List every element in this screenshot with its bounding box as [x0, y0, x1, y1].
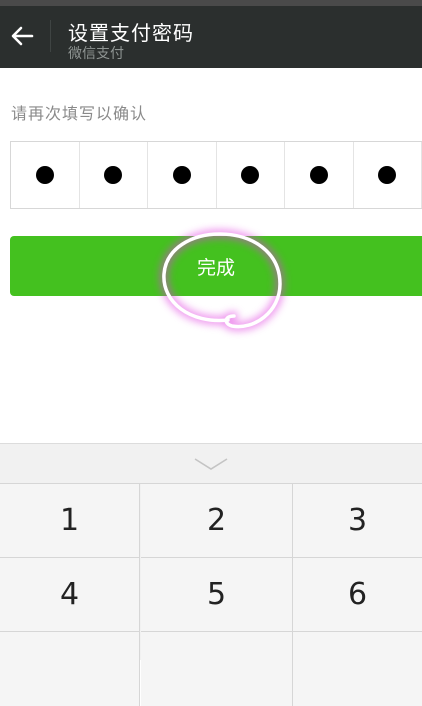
header-divider [50, 20, 51, 52]
pin-cell [148, 142, 217, 208]
page-title: 设置支付密码 [68, 17, 194, 46]
pin-dot [241, 166, 259, 184]
arrow-left-icon [10, 25, 34, 47]
back-button[interactable] [8, 20, 36, 52]
pin-cell [285, 142, 354, 208]
numeric-keyboard: 1 2 3 4 5 6 [0, 443, 422, 660]
pin-cell [217, 142, 286, 208]
key-1[interactable]: 1 [0, 484, 140, 558]
key-2[interactable]: 2 [141, 484, 293, 558]
key-row-partial[interactable] [141, 632, 293, 706]
done-button[interactable]: 完成 [10, 236, 422, 296]
app-header: 设置支付密码 微信支付 [0, 6, 422, 68]
page-subtitle: 微信支付 [68, 43, 124, 63]
key-6[interactable]: 6 [293, 558, 422, 632]
pin-dot [310, 166, 328, 184]
key-4[interactable]: 4 [0, 558, 140, 632]
pin-cell [354, 142, 422, 208]
pin-input[interactable] [10, 141, 422, 209]
pin-cell [80, 142, 149, 208]
confirm-prompt: 请再次填写以确认 [11, 100, 147, 124]
keyboard-collapse-button[interactable] [191, 454, 231, 474]
pin-cell [11, 142, 80, 208]
pin-dot [173, 166, 191, 184]
chevron-down-icon [193, 457, 229, 471]
key-row-partial[interactable] [293, 632, 422, 706]
key-5[interactable]: 5 [141, 558, 293, 632]
pin-dot [104, 166, 122, 184]
pin-dot [378, 166, 396, 184]
key-row-partial[interactable] [0, 632, 140, 706]
key-3[interactable]: 3 [293, 484, 422, 558]
pin-dot [36, 166, 54, 184]
